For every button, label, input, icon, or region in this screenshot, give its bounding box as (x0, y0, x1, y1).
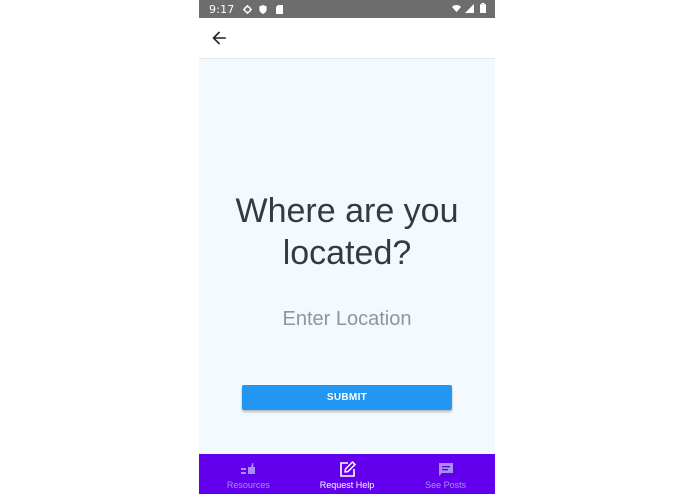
resources-icon (239, 460, 257, 478)
question-line-1: Where are you (235, 192, 459, 230)
shield-icon (259, 4, 268, 14)
status-bar: 9:17 (199, 0, 495, 18)
location-input[interactable] (243, 303, 451, 335)
question-line-2: located? (282, 234, 412, 272)
nav-item-resources[interactable]: Resources (199, 454, 298, 494)
bottom-navigation: Resources Request Help See Posts (199, 454, 495, 494)
app-bar (199, 18, 495, 59)
sd-card-icon (275, 4, 284, 14)
edit-icon (338, 460, 356, 478)
signal-icon (465, 3, 474, 13)
arrow-back-icon (212, 31, 226, 45)
nav-label-request-help: Request Help (319, 480, 375, 490)
settings-icon (242, 4, 252, 14)
battery-icon (478, 3, 487, 13)
nav-item-request-help[interactable]: Request Help (298, 454, 397, 494)
back-button[interactable] (207, 26, 231, 50)
nav-label-see-posts: See Posts (425, 480, 467, 490)
status-indicators (452, 3, 487, 13)
location-question: Where are you located? (199, 190, 495, 274)
wifi-icon (452, 3, 461, 13)
chat-icon (437, 460, 455, 478)
app-screen: 9:17 Where are you located? Enter Locati… (199, 0, 495, 494)
status-time: 9:17 (209, 2, 235, 16)
nav-label-resources: Resources (226, 480, 270, 490)
submit-button[interactable]: SUBMIT (242, 385, 452, 410)
nav-item-see-posts[interactable]: See Posts (396, 454, 495, 494)
